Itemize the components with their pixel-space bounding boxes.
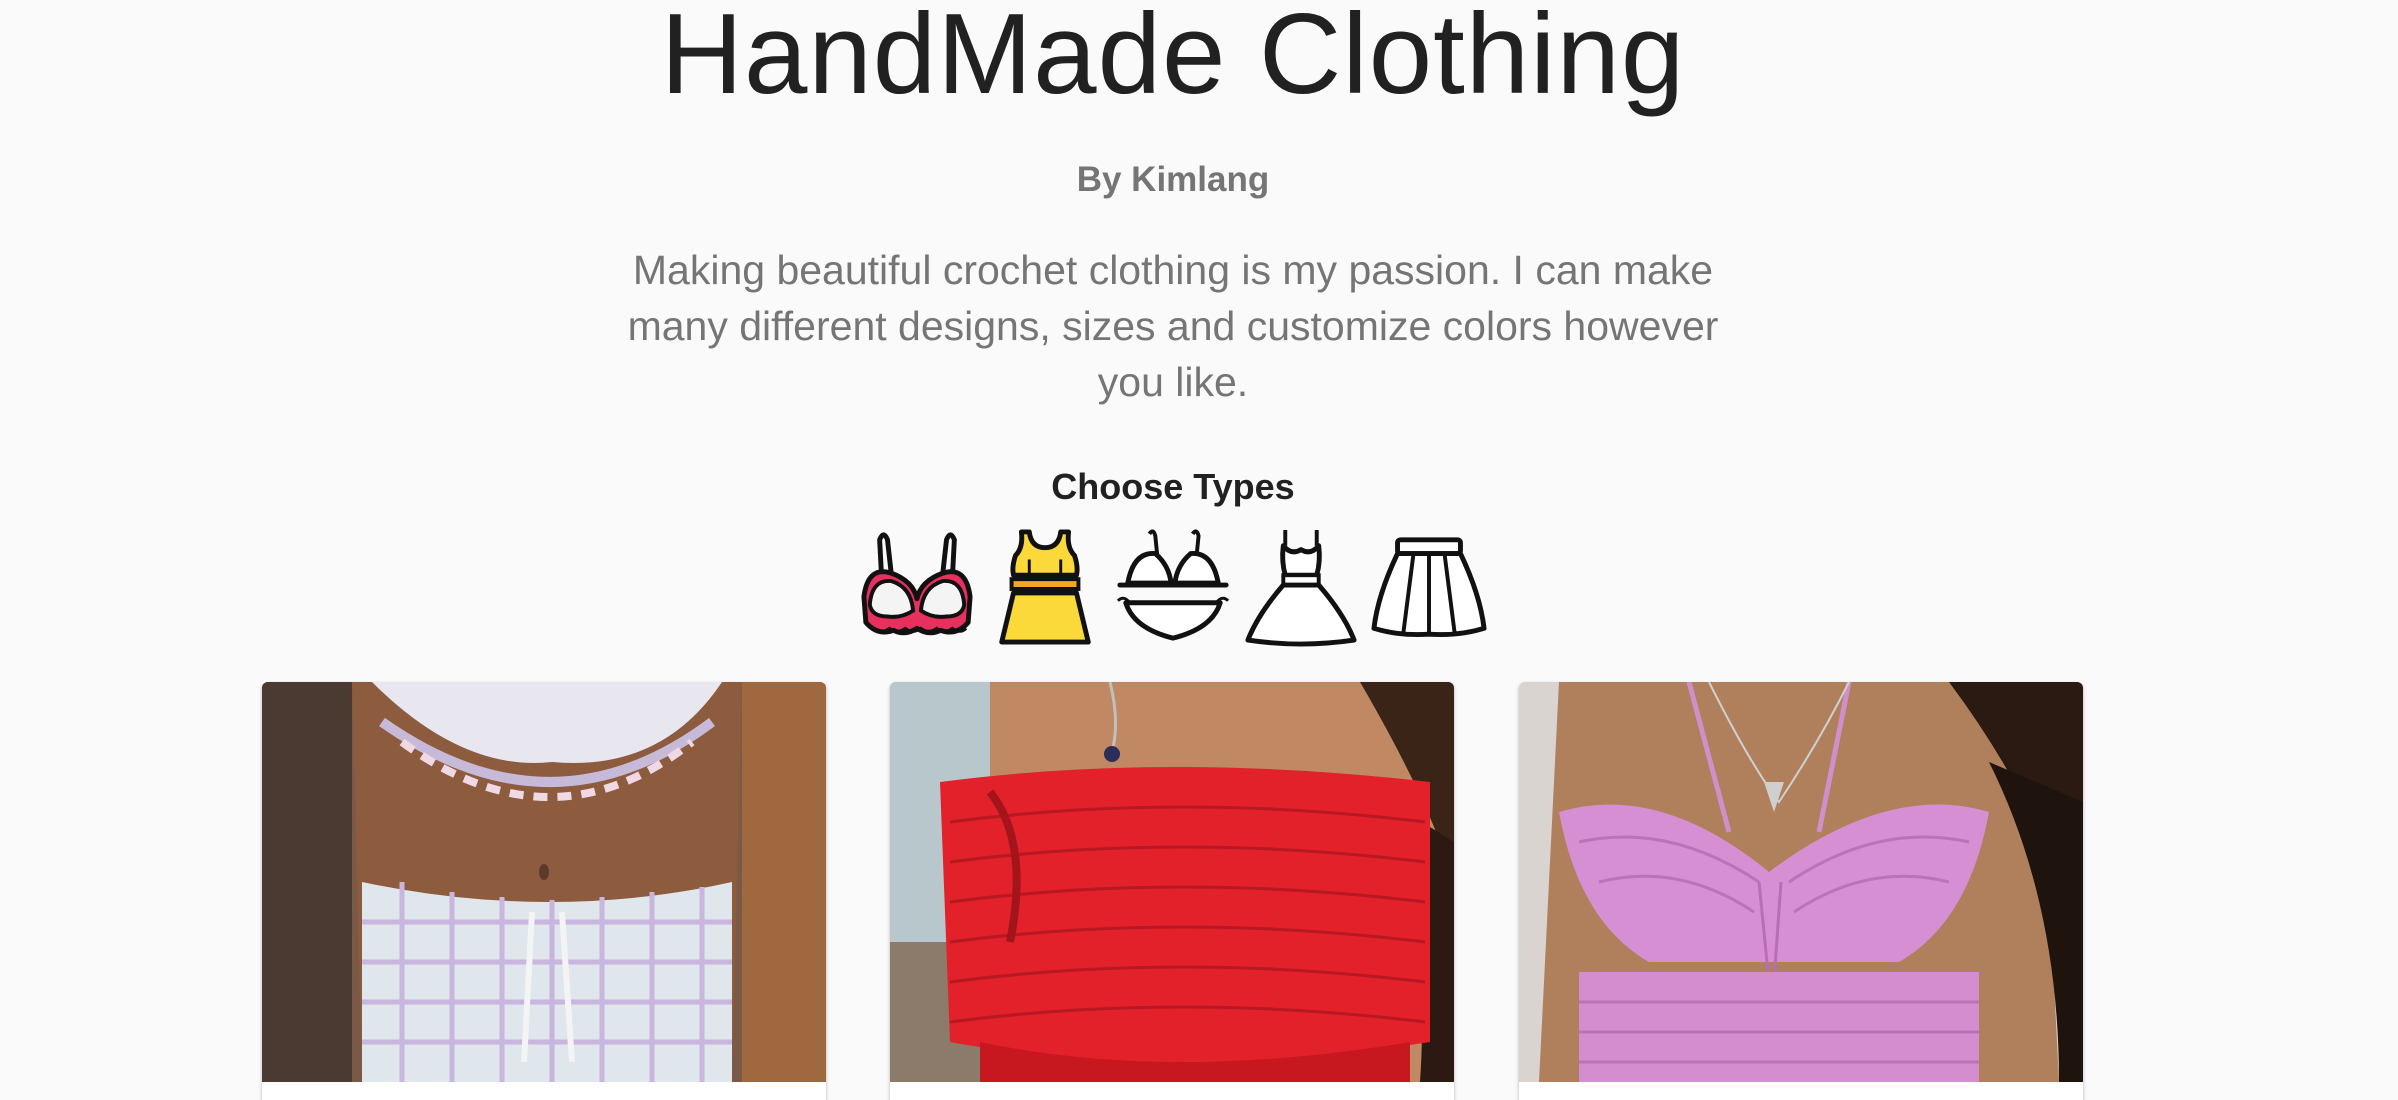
product-image-pink-halter[interactable] xyxy=(1519,682,2083,1082)
dress-icon xyxy=(1245,529,1357,647)
product-image-red-bandeau[interactable] xyxy=(890,682,1454,1082)
product-card[interactable] xyxy=(890,682,1454,1100)
type-filter-crop-top-set[interactable] xyxy=(986,525,1104,649)
bikini-icon xyxy=(1116,529,1230,641)
type-filter-bikini[interactable] xyxy=(1114,525,1232,649)
bra-icon xyxy=(861,532,973,636)
type-filter-bar xyxy=(858,522,1488,652)
type-filter-skirt[interactable] xyxy=(1370,525,1488,649)
crop-top-set-icon xyxy=(999,529,1091,645)
page-title: HandMade Clothing xyxy=(660,0,1686,118)
shop-description: Making beautiful crochet clothing is my … xyxy=(627,247,1719,405)
product-card[interactable] xyxy=(1519,682,2083,1100)
author-byline: By Kimlang xyxy=(1076,160,1270,199)
type-filter-bra[interactable] xyxy=(858,525,976,649)
skirt-icon xyxy=(1371,537,1487,638)
page: HandMade Clothing By Kimlang Making beau… xyxy=(0,0,2398,1100)
choose-types-heading: Choose Types xyxy=(1051,466,1295,507)
product-card[interactable] xyxy=(262,682,826,1100)
type-filter-dress[interactable] xyxy=(1242,525,1360,649)
product-image-pastel-set[interactable] xyxy=(262,682,826,1082)
